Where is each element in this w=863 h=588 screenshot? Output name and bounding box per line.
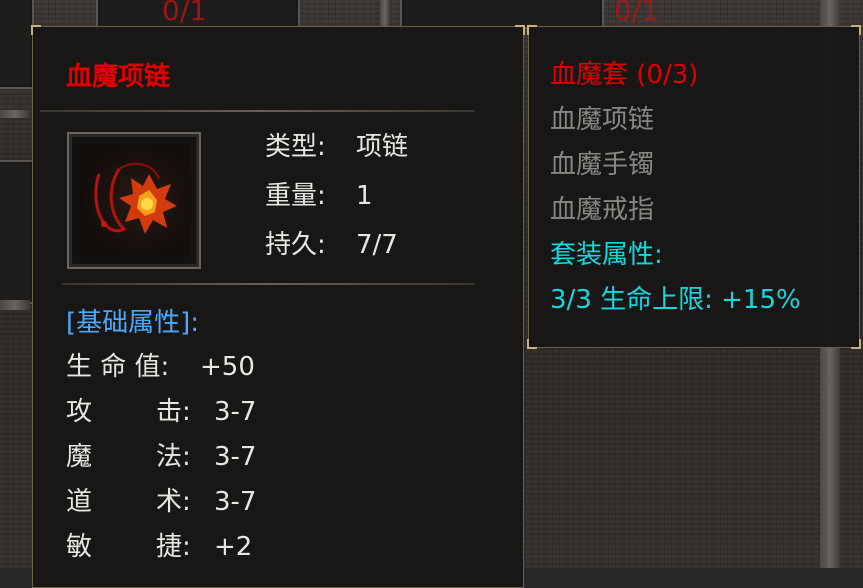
stat-value-attack: 3-7	[214, 397, 257, 427]
set-attributes-header: 套装属性:	[550, 240, 663, 270]
slot-count: 0/1	[614, 0, 660, 27]
info-label-durability: 持久:	[265, 230, 326, 260]
base-attributes-header: [基础属性]:	[66, 308, 200, 338]
stat-label-magic-b: 法:	[156, 442, 191, 472]
stat-value-magic: 3-7	[214, 442, 257, 472]
stat-label-magic-a: 魔	[66, 442, 93, 472]
divider	[40, 110, 475, 112]
stat-label-attack-b: 击:	[156, 397, 191, 427]
stat-value-taoism: 3-7	[214, 487, 257, 517]
stat-label-hp: 生 命 值:	[66, 352, 170, 382]
stat-label-taoism-a: 道	[66, 487, 93, 517]
info-value-durability: 7/7	[356, 230, 398, 260]
frame-pillar	[0, 110, 30, 118]
inventory-slot[interactable]	[0, 0, 34, 89]
slot-count: 0/1	[162, 0, 208, 27]
divider	[62, 283, 475, 285]
inventory-slot[interactable]	[0, 160, 34, 304]
frame-pillar	[0, 300, 30, 310]
set-bonus: 3/3 生命上限: +15%	[550, 285, 801, 315]
stat-label-attack-a: 攻	[66, 397, 93, 427]
info-value-weight: 1	[356, 181, 373, 211]
stat-value-agility: +2	[214, 532, 253, 562]
info-label-weight: 重量:	[265, 181, 326, 211]
set-piece-necklace: 血魔项链	[550, 105, 655, 135]
stat-value-hp: +50	[200, 352, 255, 382]
stat-label-agility-a: 敏	[66, 532, 93, 562]
necklace-icon	[94, 162, 177, 234]
inventory-slot[interactable]	[400, 0, 604, 29]
item-icon-frame[interactable]	[67, 132, 201, 269]
stat-label-agility-b: 捷:	[156, 532, 191, 562]
set-title: 血魔套 (0/3)	[550, 60, 699, 90]
set-piece-bracelet: 血魔手镯	[550, 150, 655, 180]
set-piece-ring: 血魔戒指	[550, 195, 655, 225]
info-label-type: 类型:	[265, 132, 326, 162]
item-name: 血魔项链	[66, 62, 171, 92]
stat-label-taoism-b: 术:	[156, 487, 191, 517]
info-value-type: 项链	[356, 132, 409, 162]
